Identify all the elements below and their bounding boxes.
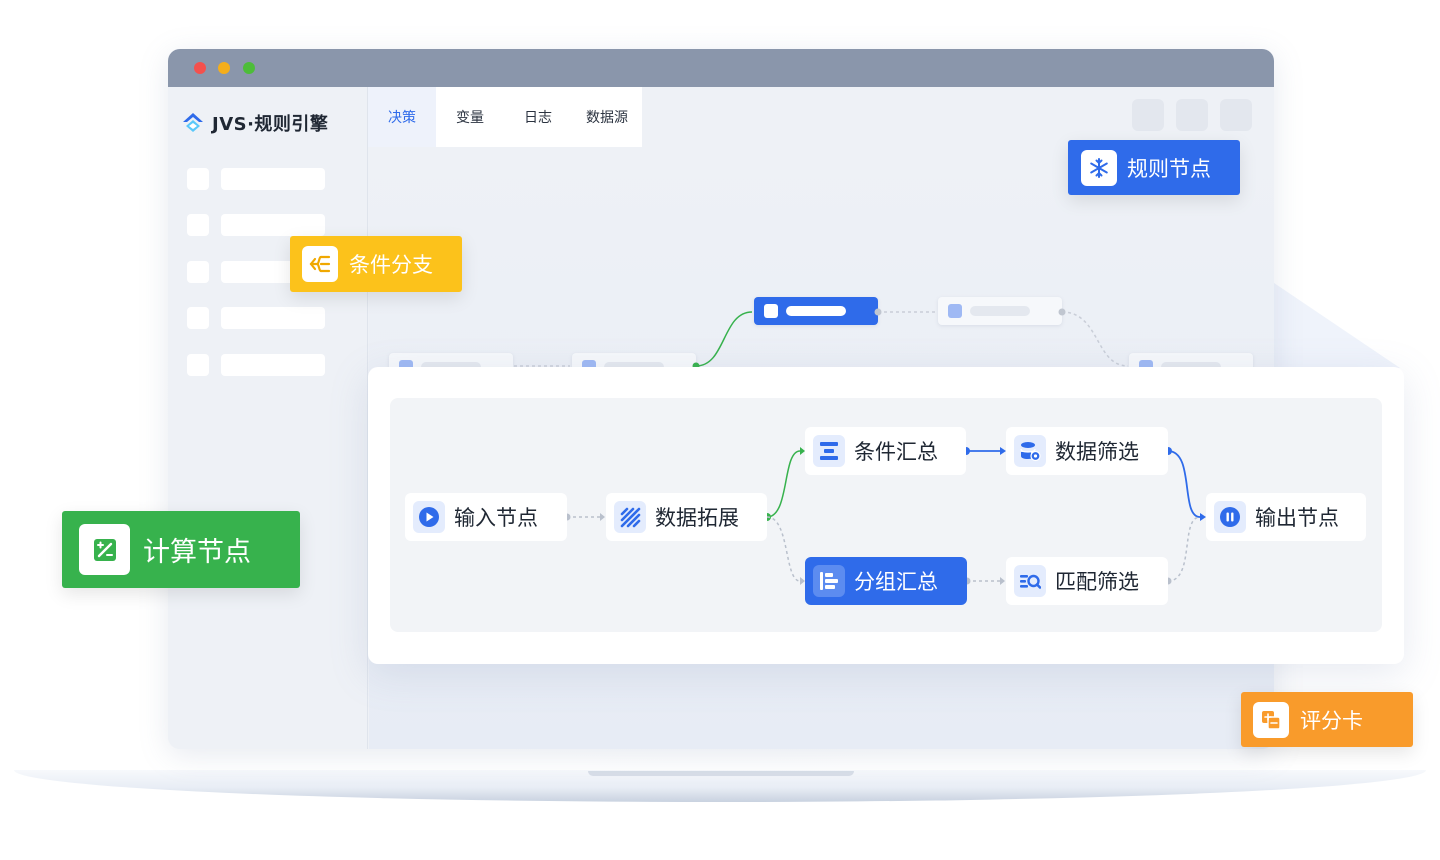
tag-label: 规则节点 (1127, 156, 1211, 181)
node-label: 输入节点 (454, 506, 538, 530)
group-summary-icon (813, 565, 845, 597)
flow-node-match-filter[interactable]: 匹配筛选 (1006, 557, 1168, 605)
data-expand-icon (614, 501, 646, 533)
condition-summary-icon (813, 435, 845, 467)
brand-logo[interactable]: JVS·规则引擎 (180, 109, 328, 137)
window-close-button[interactable] (194, 62, 206, 74)
flow-node-output[interactable]: 输出节点 (1206, 493, 1366, 541)
background-node-active (754, 297, 878, 325)
node-label: 数据筛选 (1055, 440, 1139, 464)
flow-node-condition-summary[interactable]: 条件汇总 (805, 427, 966, 475)
branch-icon (302, 246, 338, 282)
tab-datasource[interactable]: 数据源 (572, 87, 642, 147)
match-search-icon (1014, 565, 1046, 597)
toolbar-button[interactable] (1176, 99, 1208, 131)
condition-branch-tag[interactable]: 条件分支 (290, 236, 462, 292)
laptop-notch (588, 771, 854, 776)
tab-decision[interactable]: 决策 (368, 87, 436, 147)
background-node (938, 297, 1062, 325)
tag-label: 计算节点 (143, 537, 251, 568)
tag-label: 条件分支 (349, 253, 433, 277)
sidebar-item-placeholder[interactable] (187, 354, 327, 376)
database-filter-icon (1014, 435, 1046, 467)
tab-logs[interactable]: 日志 (504, 87, 572, 147)
toolbar-button[interactable] (1132, 99, 1164, 131)
flow-node-data-filter[interactable]: 数据筛选 (1006, 427, 1168, 475)
sidebar-item-placeholder[interactable] (187, 307, 327, 329)
jvs-logo-icon (183, 113, 203, 132)
calculation-node-tag[interactable]: 计算节点 (62, 511, 300, 588)
sidebar: JVS·规则引擎 (168, 87, 368, 749)
flow-node-data-expand[interactable]: 数据拓展 (606, 493, 767, 541)
node-label: 数据拓展 (655, 506, 739, 530)
calculator-icon (79, 524, 130, 575)
node-label: 输出节点 (1255, 506, 1339, 530)
sidebar-item-placeholder[interactable] (187, 214, 327, 236)
window-maximize-button[interactable] (243, 62, 255, 74)
window-minimize-button[interactable] (218, 62, 230, 74)
top-tab-bar: 决策 变量 日志 数据源 (368, 87, 642, 147)
pause-circle-icon (1214, 501, 1246, 533)
flow-node-input[interactable]: 输入节点 (405, 493, 567, 541)
sidebar-item-placeholder[interactable] (187, 168, 327, 190)
node-label: 条件汇总 (854, 440, 938, 464)
node-label: 匹配筛选 (1055, 570, 1139, 594)
scorecard-icon (1253, 701, 1289, 738)
play-circle-icon (413, 501, 445, 533)
flow-node-group-summary[interactable]: 分组汇总 (805, 557, 967, 605)
node-label: 分组汇总 (854, 570, 938, 594)
toolbar-button[interactable] (1220, 99, 1252, 131)
tag-label: 评分卡 (1300, 708, 1363, 733)
window-titlebar (168, 49, 1274, 87)
rule-node-tag[interactable]: 规则节点 (1068, 140, 1240, 195)
snowflake-icon (1081, 149, 1117, 186)
scorecard-tag[interactable]: 评分卡 (1241, 692, 1413, 747)
tab-variables[interactable]: 变量 (436, 87, 504, 147)
brand-name: JVS·规则引擎 (212, 114, 329, 135)
